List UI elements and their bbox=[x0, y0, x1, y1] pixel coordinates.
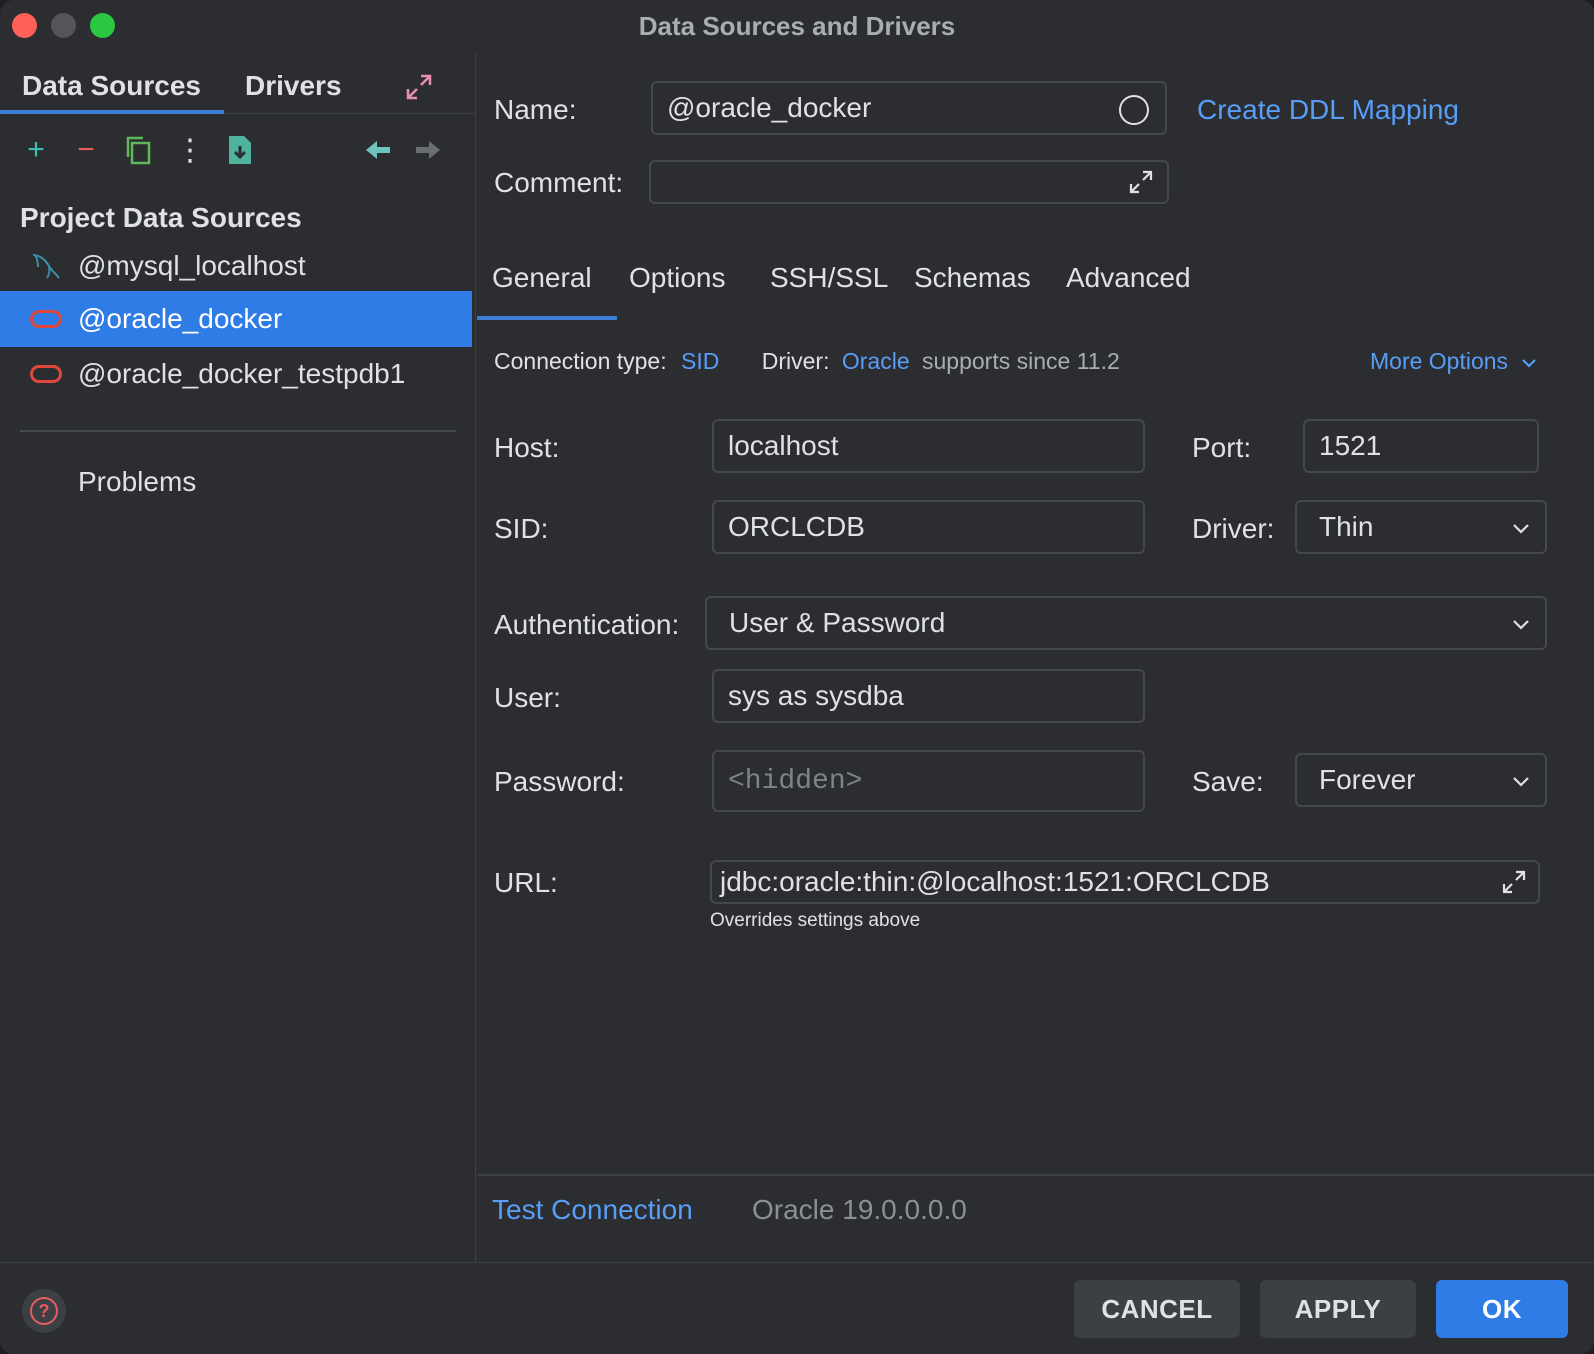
settings-tab-bar: General Options SSH/SSL Schemas Advanced bbox=[477, 252, 1594, 320]
password-label: Password: bbox=[494, 766, 625, 797]
name-value: @oracle_docker bbox=[667, 92, 872, 123]
divider bbox=[20, 430, 456, 432]
password-input[interactable]: <hidden> bbox=[712, 750, 1145, 812]
name-label: Name: bbox=[494, 94, 577, 125]
connection-type-label: Connection type: bbox=[494, 348, 667, 374]
help-icon: ? bbox=[30, 1297, 58, 1325]
tab-general[interactable]: General bbox=[492, 262, 592, 294]
import-file-icon[interactable] bbox=[222, 132, 258, 168]
more-options-label: More Options bbox=[1370, 348, 1509, 374]
test-connection-link[interactable]: Test Connection bbox=[492, 1194, 693, 1226]
sid-label: SID: bbox=[494, 513, 549, 544]
port-label: Port: bbox=[1192, 432, 1252, 463]
data-source-item[interactable]: @oracle_docker_testpdb1 bbox=[0, 346, 472, 402]
driver-info-label: Driver: bbox=[761, 348, 830, 374]
driver-select-value: Thin bbox=[1319, 511, 1374, 542]
right-panel: Name: @oracle_docker Create DDL Mapping … bbox=[477, 52, 1594, 1262]
url-note: Overrides settings above bbox=[710, 910, 921, 931]
oracle-icon bbox=[28, 310, 64, 328]
left-panel: Data Sources Drivers + − ⋮ Project Data … bbox=[0, 52, 476, 1262]
expand-arrows-icon[interactable] bbox=[404, 72, 434, 102]
help-button[interactable]: ? bbox=[22, 1289, 66, 1333]
arrow-left-icon[interactable] bbox=[360, 132, 396, 168]
driver-label: Driver: bbox=[1192, 513, 1275, 544]
host-input[interactable]: localhost bbox=[712, 419, 1145, 473]
chevron-down-icon bbox=[1522, 359, 1537, 368]
user-label: User: bbox=[494, 682, 561, 713]
tab-data-sources[interactable]: Data Sources bbox=[22, 70, 201, 102]
tab-schemas[interactable]: Schemas bbox=[914, 262, 1031, 294]
authentication-label: Authentication: bbox=[494, 609, 680, 640]
more-options-link[interactable]: More Options bbox=[1370, 348, 1538, 375]
left-tab-bar: Data Sources Drivers bbox=[0, 58, 476, 114]
host-label: Host: bbox=[494, 432, 560, 463]
connection-type-link[interactable]: SID bbox=[681, 348, 719, 374]
driver-select[interactable]: Thin bbox=[1295, 500, 1547, 554]
create-ddl-mapping-link[interactable]: Create DDL Mapping bbox=[1197, 94, 1459, 126]
color-circle-icon[interactable] bbox=[1119, 95, 1149, 125]
chevron-down-icon bbox=[1513, 524, 1529, 534]
dialog-window: Data Sources and Drivers Data Sources Dr… bbox=[0, 0, 1594, 1354]
comment-label: Comment: bbox=[494, 167, 624, 198]
problems-item[interactable]: Problems bbox=[78, 466, 196, 498]
copy-icon[interactable] bbox=[120, 132, 156, 168]
server-version-text: Oracle 19.0.0.0.0 bbox=[752, 1194, 967, 1225]
window-title: Data Sources and Drivers bbox=[638, 11, 956, 41]
driver-info-note: supports since 11.2 bbox=[922, 348, 1120, 374]
data-source-label: @mysql_localhost bbox=[78, 250, 306, 281]
url-label: URL: bbox=[494, 867, 558, 898]
arrow-right-icon[interactable] bbox=[410, 132, 446, 168]
data-source-item[interactable]: @mysql_localhost bbox=[0, 238, 472, 294]
tab-ssh-ssl[interactable]: SSH/SSL bbox=[770, 262, 888, 294]
more-icon[interactable]: ⋮ bbox=[172, 132, 208, 168]
tab-options[interactable]: Options bbox=[629, 262, 726, 294]
user-input[interactable]: sys as sysdba bbox=[712, 669, 1145, 723]
chevron-down-icon bbox=[1513, 777, 1529, 787]
add-icon[interactable]: + bbox=[18, 132, 54, 168]
active-tab-indicator bbox=[0, 110, 224, 114]
tab-advanced[interactable]: Advanced bbox=[1066, 262, 1191, 294]
oracle-icon bbox=[28, 365, 64, 383]
title-bar: Data Sources and Drivers bbox=[0, 0, 1594, 52]
dialog-footer: ? CANCEL APPLY OK bbox=[0, 1262, 1594, 1354]
sid-input[interactable]: ORCLCDB bbox=[712, 500, 1145, 554]
active-tab-indicator bbox=[477, 316, 617, 320]
save-select-value: Forever bbox=[1319, 764, 1416, 795]
test-connection-bar: Test Connection Oracle 19.0.0.0.0 bbox=[477, 1174, 1594, 1262]
ok-button[interactable]: OK bbox=[1436, 1280, 1568, 1338]
url-input[interactable]: jdbc:oracle:thin:@localhost:1521:ORCLCDB bbox=[710, 860, 1540, 904]
tab-drivers[interactable]: Drivers bbox=[245, 70, 342, 102]
data-source-item-selected[interactable]: @oracle_docker bbox=[0, 291, 472, 347]
url-value: jdbc:oracle:thin:@localhost:1521:ORCLCDB bbox=[720, 866, 1270, 897]
save-password-select[interactable]: Forever bbox=[1295, 753, 1547, 807]
expand-icon[interactable] bbox=[1500, 868, 1528, 903]
connection-info-line: Connection type: SID Driver: Oracle supp… bbox=[494, 348, 1120, 375]
chevron-down-icon bbox=[1513, 620, 1529, 630]
authentication-select[interactable]: User & Password bbox=[705, 596, 1547, 650]
mysql-dolphin-icon bbox=[28, 249, 64, 283]
expand-icon[interactable] bbox=[1127, 168, 1155, 203]
apply-button[interactable]: APPLY bbox=[1260, 1280, 1416, 1338]
save-label: Save: bbox=[1192, 766, 1264, 797]
authentication-select-value: User & Password bbox=[729, 607, 946, 638]
name-field[interactable]: @oracle_docker bbox=[651, 81, 1167, 135]
remove-icon[interactable]: − bbox=[68, 132, 104, 168]
project-data-sources-heading: Project Data Sources bbox=[20, 202, 302, 233]
data-source-label: @oracle_docker_testpdb1 bbox=[78, 358, 406, 389]
comment-field[interactable] bbox=[649, 160, 1169, 204]
data-source-label: @oracle_docker bbox=[78, 303, 283, 334]
cancel-button[interactable]: CANCEL bbox=[1074, 1280, 1240, 1338]
driver-info-link[interactable]: Oracle bbox=[842, 348, 910, 374]
port-input[interactable]: 1521 bbox=[1303, 419, 1539, 473]
